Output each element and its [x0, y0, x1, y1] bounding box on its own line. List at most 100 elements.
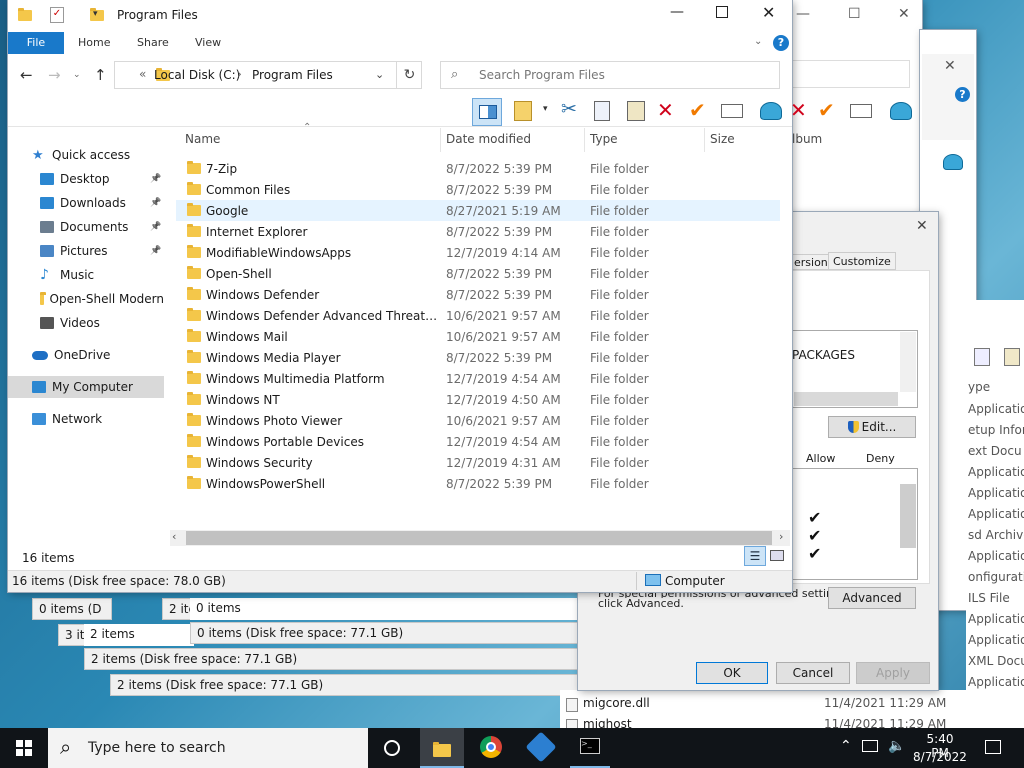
apply-button[interactable]: Apply	[856, 662, 930, 684]
recent-locations-icon[interactable]: ⌄	[73, 70, 81, 80]
ok-button[interactable]: OK	[696, 662, 768, 684]
breadcrumb-overflow-icon[interactable]: «	[139, 67, 146, 81]
ribbon-tab-home[interactable]: Home	[78, 32, 110, 54]
properties-icon[interactable]: ✓	[50, 7, 64, 23]
cancel-button[interactable]: Cancel	[776, 662, 850, 684]
pin-icon[interactable]: 📌	[150, 222, 161, 232]
advanced-button[interactable]: Advanced	[828, 587, 916, 609]
sidebar-item-desktop[interactable]: Desktop 📌	[8, 168, 164, 190]
close-icon[interactable]: ✕	[898, 6, 910, 22]
volume-icon[interactable]: 🔈	[888, 738, 905, 754]
right-list-item[interactable]: ILS File	[968, 591, 1024, 611]
column-header-size[interactable]: Size	[710, 132, 735, 146]
maximize-icon[interactable]	[716, 6, 728, 18]
file-row[interactable]: Open-Shell 8/7/2022 5:39 PM File folder	[176, 263, 780, 284]
sidebar-item-open-shell-modern[interactable]: Open-Shell Modern	[8, 288, 164, 310]
sidebar-item-downloads[interactable]: Downloads 📌	[8, 192, 164, 214]
dialog-tab-customize[interactable]: Customize	[828, 252, 896, 270]
sidebar-item-music[interactable]: ♪ Music	[8, 264, 164, 286]
task-view-icon[interactable]	[384, 740, 400, 756]
paste-icon[interactable]	[627, 101, 645, 121]
right-list-item[interactable]: XML Docu	[968, 654, 1024, 674]
chrome-icon[interactable]	[480, 736, 502, 758]
file-row[interactable]: Windows Defender Advanced Threat Prot...…	[176, 305, 780, 326]
file-row[interactable]: Windows Portable Devices 12/7/2019 4:54 A…	[176, 431, 780, 452]
start-button[interactable]	[0, 728, 48, 768]
up-arrow-icon[interactable]: ↑	[94, 66, 107, 84]
sidebar-item-quick-access[interactable]: ★ Quick access	[8, 144, 164, 166]
address-dropdown-icon[interactable]: ⌄	[375, 68, 384, 81]
column-header-name[interactable]: Name	[185, 132, 220, 146]
close-icon[interactable]: ✕	[916, 218, 928, 234]
file-row[interactable]: Windows NT 12/7/2019 4:50 AM File folder	[176, 389, 780, 410]
help-icon[interactable]: ?	[773, 35, 789, 51]
right-list-item[interactable]: Application	[968, 549, 1024, 569]
properties-view-icon[interactable]	[514, 101, 532, 121]
show-hidden-icons-icon[interactable]: ⌃	[840, 738, 852, 754]
column-header-type[interactable]: Type	[590, 132, 618, 146]
right-list-item[interactable]: Application	[968, 507, 1024, 527]
right-list-item[interactable]: onfiguratio	[968, 570, 1024, 590]
breadcrumb-local-disk[interactable]: Local Disk (C:)	[154, 68, 240, 82]
file-row[interactable]: Internet Explorer 8/7/2022 5:39 PM File fo…	[176, 221, 780, 242]
rename-icon[interactable]	[721, 104, 743, 118]
file-row[interactable]: Common Files 8/7/2022 5:39 PM File folder	[176, 179, 780, 200]
properties-dropdown-icon[interactable]: ▾	[543, 104, 548, 114]
sidebar-item-onedrive[interactable]: OneDrive	[8, 344, 164, 366]
right-list-item[interactable]: Application	[968, 465, 1024, 485]
customize-quick-access-icon[interactable]: ▾	[93, 9, 98, 19]
scroll-left-icon[interactable]: ‹	[172, 530, 176, 543]
delete-icon[interactable]: ✕	[790, 98, 807, 122]
ribbon-tab-view[interactable]: View	[195, 32, 221, 54]
right-list-item[interactable]: etup Infor	[968, 423, 1024, 443]
rename-icon[interactable]	[850, 104, 872, 118]
column-header-date[interactable]: Date modified	[446, 132, 531, 146]
pin-icon[interactable]: 📌	[150, 174, 161, 184]
network-status-icon[interactable]	[862, 740, 878, 752]
copy-icon[interactable]	[974, 348, 990, 366]
horizontal-scroll-thumb[interactable]	[186, 531, 772, 545]
file-row[interactable]: Google 8/27/2021 5:19 AM File folder	[176, 200, 780, 221]
forward-arrow-icon[interactable]: →	[48, 66, 61, 84]
right-list-item[interactable]: Application	[968, 612, 1024, 632]
right-list-item[interactable]: Application	[968, 486, 1024, 506]
cut-icon[interactable]: ✂	[561, 98, 577, 120]
shell-icon[interactable]	[890, 102, 912, 120]
delete-icon[interactable]: ✕	[657, 98, 674, 122]
paste-icon[interactable]	[1004, 348, 1020, 366]
shell-icon[interactable]	[943, 154, 963, 170]
sidebar-item-videos[interactable]: Videos	[8, 312, 164, 334]
right-list-item[interactable]: Application	[968, 402, 1024, 422]
file-row[interactable]: Windows Defender 8/7/2022 5:39 PM File fol…	[176, 284, 780, 305]
sidebar-item-documents[interactable]: Documents 📌	[8, 216, 164, 238]
minimize-icon[interactable]: —	[796, 6, 810, 22]
group-list-scrollbar[interactable]	[900, 332, 916, 392]
file-row[interactable]: 7-Zip 8/7/2022 5:39 PM File folder	[176, 158, 780, 179]
clock-date[interactable]: 8/7/2022	[912, 750, 968, 764]
file-row[interactable]: Windows Multimedia Platform 12/7/2019 4:5…	[176, 368, 780, 389]
right-list-item[interactable]: ext Docu	[968, 444, 1024, 464]
file-row[interactable]: Windows Photo Viewer 10/6/2021 9:57 AM Fil…	[176, 410, 780, 431]
ribbon-file-tab[interactable]: File	[8, 32, 64, 54]
ribbon-tab-share[interactable]: Share	[137, 32, 169, 54]
sidebar-item-network[interactable]: Network	[8, 408, 164, 430]
notifications-icon[interactable]	[985, 740, 1001, 754]
pin-icon[interactable]: 📌	[150, 246, 161, 256]
close-icon[interactable]: ✕	[944, 58, 956, 74]
right-list-item[interactable]: Application	[968, 633, 1024, 653]
close-icon[interactable]: ✕	[762, 3, 775, 22]
edit-button[interactable]: Edit...	[828, 416, 916, 438]
help-icon[interactable]: ?	[955, 87, 970, 102]
bottom-file-name[interactable]: migcore.dll	[583, 696, 650, 710]
file-row[interactable]: Windows Security 12/7/2019 4:31 AM File fo…	[176, 452, 780, 473]
checkmark-icon[interactable]: ✔	[818, 98, 835, 122]
pin-icon[interactable]: 📌	[150, 198, 161, 208]
details-view-button[interactable]: ☰	[744, 546, 766, 566]
breadcrumb-program-files[interactable]: Program Files	[252, 68, 333, 82]
refresh-button[interactable]: ↻	[396, 62, 422, 88]
back-arrow-icon[interactable]: ←	[20, 66, 33, 84]
permission-scrollbar[interactable]	[900, 484, 916, 548]
maximize-icon[interactable]: ☐	[848, 6, 861, 22]
file-row[interactable]: WindowsPowerShell 8/7/2022 5:39 PM File fo…	[176, 473, 780, 494]
right-list-item[interactable]: sd Archive	[968, 528, 1024, 548]
